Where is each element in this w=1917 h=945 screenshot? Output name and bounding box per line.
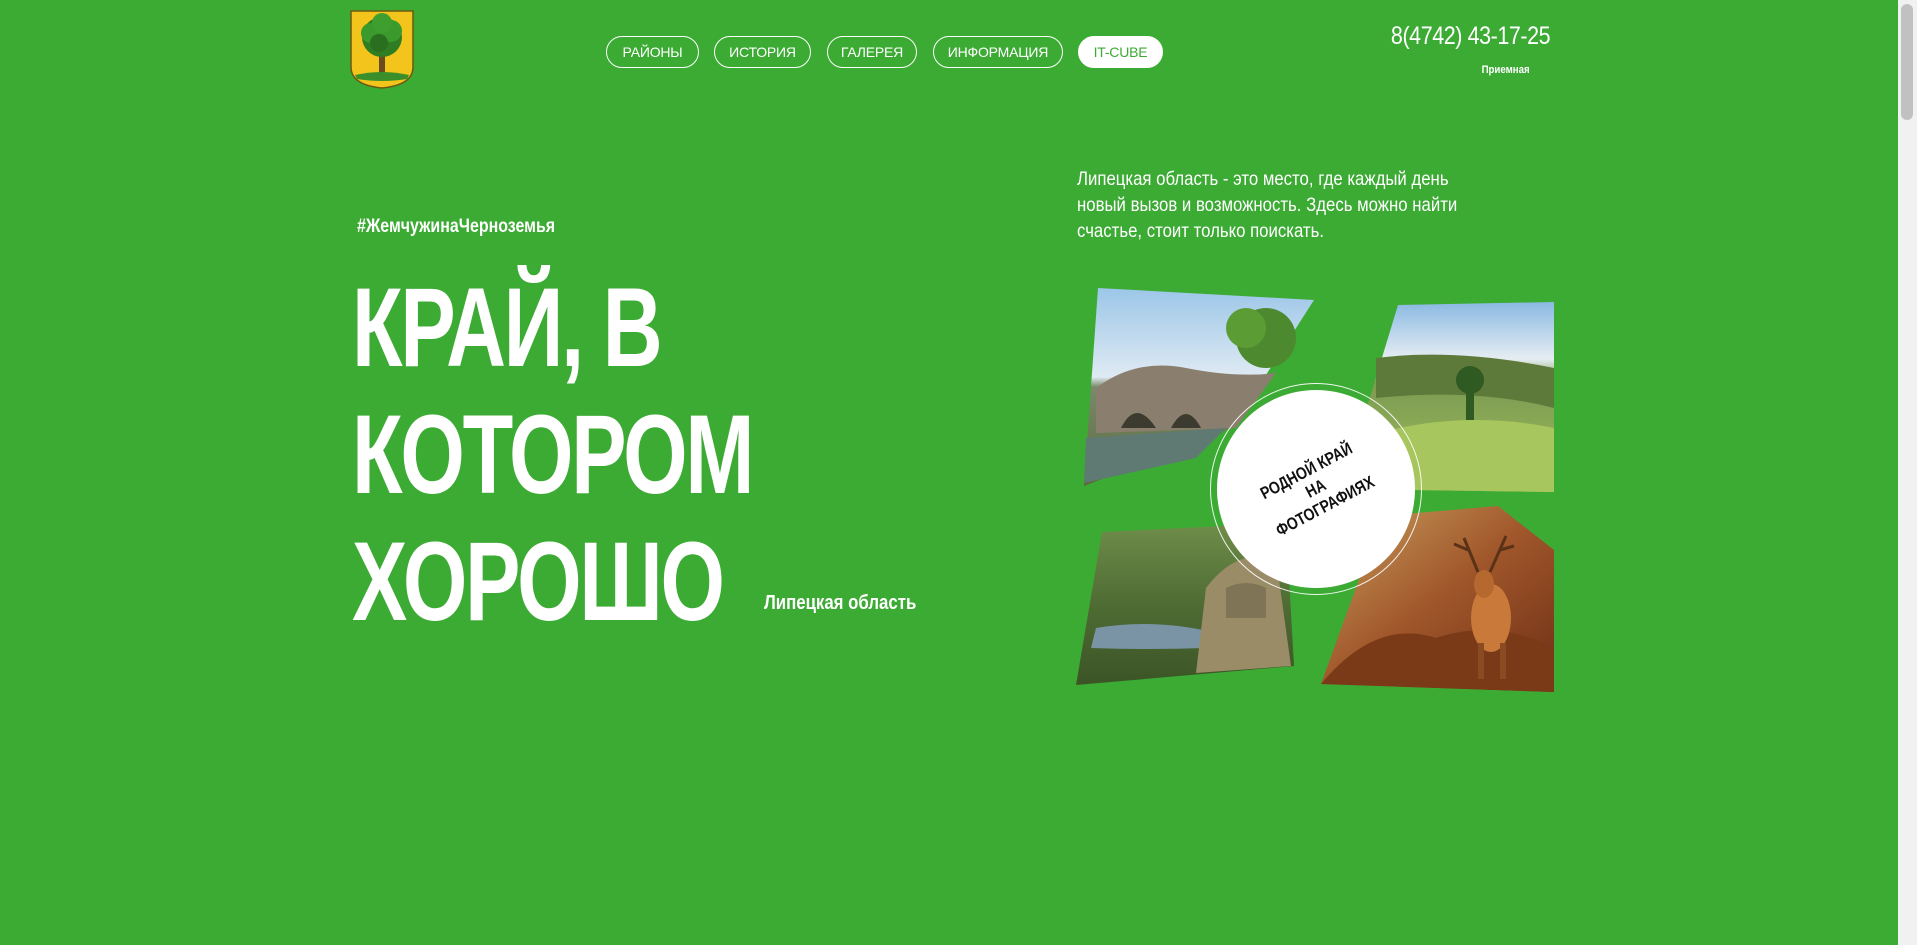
nav-districts[interactable]: РАЙОНЫ [606, 36, 699, 68]
nav-information[interactable]: ИНФОРМАЦИЯ [933, 36, 1063, 68]
nav-gallery[interactable]: ГАЛЕРЕЯ [827, 36, 917, 68]
region-label: Липецкая область [764, 592, 917, 614]
hashtag: #ЖемчужинаЧерноземья [357, 216, 556, 237]
hero-title-line-1: КРАЙ, В [352, 265, 663, 390]
hero-title-line-2: КОТОРОМ [352, 392, 754, 517]
page-scrollbar[interactable] [1898, 0, 1917, 945]
nav-history[interactable]: ИСТОРИЯ [714, 36, 811, 68]
hero-title-line-3: ХОРОШО [352, 519, 725, 644]
phone-number[interactable]: 8(4742) 43-17-25 [1391, 22, 1551, 51]
nav-it-cube[interactable]: IT-CUBE [1078, 36, 1163, 68]
page: РАЙОНЫ ИСТОРИЯ ГАЛЕРЕЯ ИНФОРМАЦИЯ IT-CUB… [0, 0, 1898, 945]
photo-collage: РОДНОЙ КРАЙ НА ФОТОГРАФИЯХ [1076, 288, 1554, 692]
gallery-button[interactable]: РОДНОЙ КРАЙ НА ФОТОГРАФИЯХ [1217, 390, 1415, 588]
intro-text: Липецкая область - это место, где каждый… [1077, 168, 1458, 242]
gallery-button-label: РОДНОЙ КРАЙ НА ФОТОГРАФИЯХ [1257, 438, 1378, 541]
scrollbar-thumb[interactable] [1901, 4, 1913, 120]
coat-of-arms-logo[interactable] [349, 9, 415, 89]
phone-caption: Приемная [1481, 64, 1530, 76]
